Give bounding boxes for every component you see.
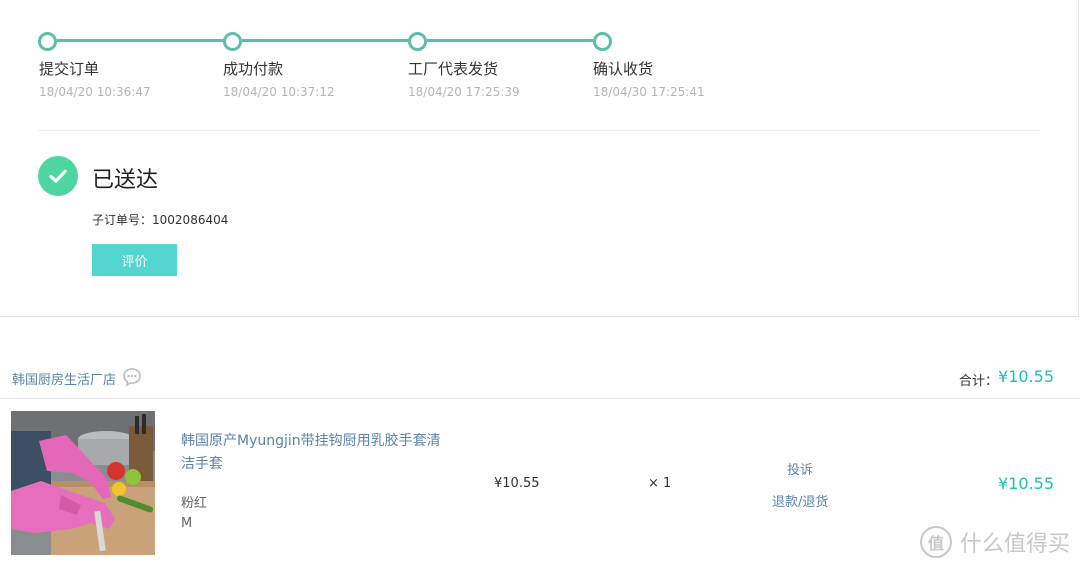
checkmark-icon: [38, 156, 78, 196]
chat-bubble-icon[interactable]: [122, 367, 142, 391]
progress-line: [57, 39, 225, 42]
suborder-value: 1002086404: [152, 213, 229, 227]
order-status-card: 提交订单 成功付款 工厂代表发货 确认收货 18/04/20 10:36:47 …: [0, 0, 1079, 317]
site-watermark: 值 什么值得买: [919, 526, 1070, 558]
step-time: 18/04/30 17:25:41: [593, 85, 705, 99]
progress-step-dot: [223, 32, 242, 51]
progress-step-dot: [38, 32, 57, 51]
unit-price: ¥10.55: [494, 476, 540, 491]
watermark-logo-icon: 值: [919, 526, 952, 558]
step-label-shipped: 工厂代表发货: [408, 60, 499, 78]
product-title-link[interactable]: 韩国原产Myungjin带挂钩厨用乳胶手套清洁手套: [181, 430, 443, 476]
delivery-status-title: 已送达: [92, 168, 159, 193]
progress-line: [427, 39, 595, 42]
step-label-payment: 成功付款: [223, 60, 284, 78]
step-label-received: 确认收货: [593, 60, 654, 78]
step-time: 18/04/20 17:25:39: [408, 85, 520, 99]
shop-name-link[interactable]: 韩国厨房生活厂店: [12, 369, 116, 388]
suborder-label: 子订单号：: [92, 213, 153, 227]
product-image[interactable]: [11, 411, 155, 555]
progress-step-dot: [593, 32, 612, 51]
item-total-price: ¥10.55: [998, 474, 1054, 493]
order-progress-tracker: 提交订单 成功付款 工厂代表发货 确认收货 18/04/20 10:36:47 …: [0, 0, 1078, 110]
product-size: M: [181, 516, 193, 531]
shop-header: 韩国厨房生活厂店 合计： ¥10.55: [0, 356, 1080, 399]
progress-line: [242, 39, 410, 42]
quantity: × 1: [648, 476, 672, 491]
complain-link[interactable]: 投诉: [787, 459, 813, 478]
suborder-number: 子订单号：1002086404: [92, 211, 228, 228]
step-time: 18/04/20 10:37:12: [223, 85, 335, 99]
watermark-text: 什么值得买: [959, 532, 1070, 557]
divider: [38, 130, 1040, 131]
order-total-label: 合计：: [958, 374, 998, 389]
progress-step-dot: [408, 32, 427, 51]
refund-return-link[interactable]: 退款/退货: [772, 491, 828, 510]
review-button[interactable]: 评价: [92, 244, 177, 276]
product-color: 粉红: [181, 496, 208, 511]
order-total-value: ¥10.55: [998, 367, 1054, 386]
step-time: 18/04/20 10:36:47: [39, 85, 151, 99]
step-label-submit-order: 提交订单: [39, 60, 100, 78]
